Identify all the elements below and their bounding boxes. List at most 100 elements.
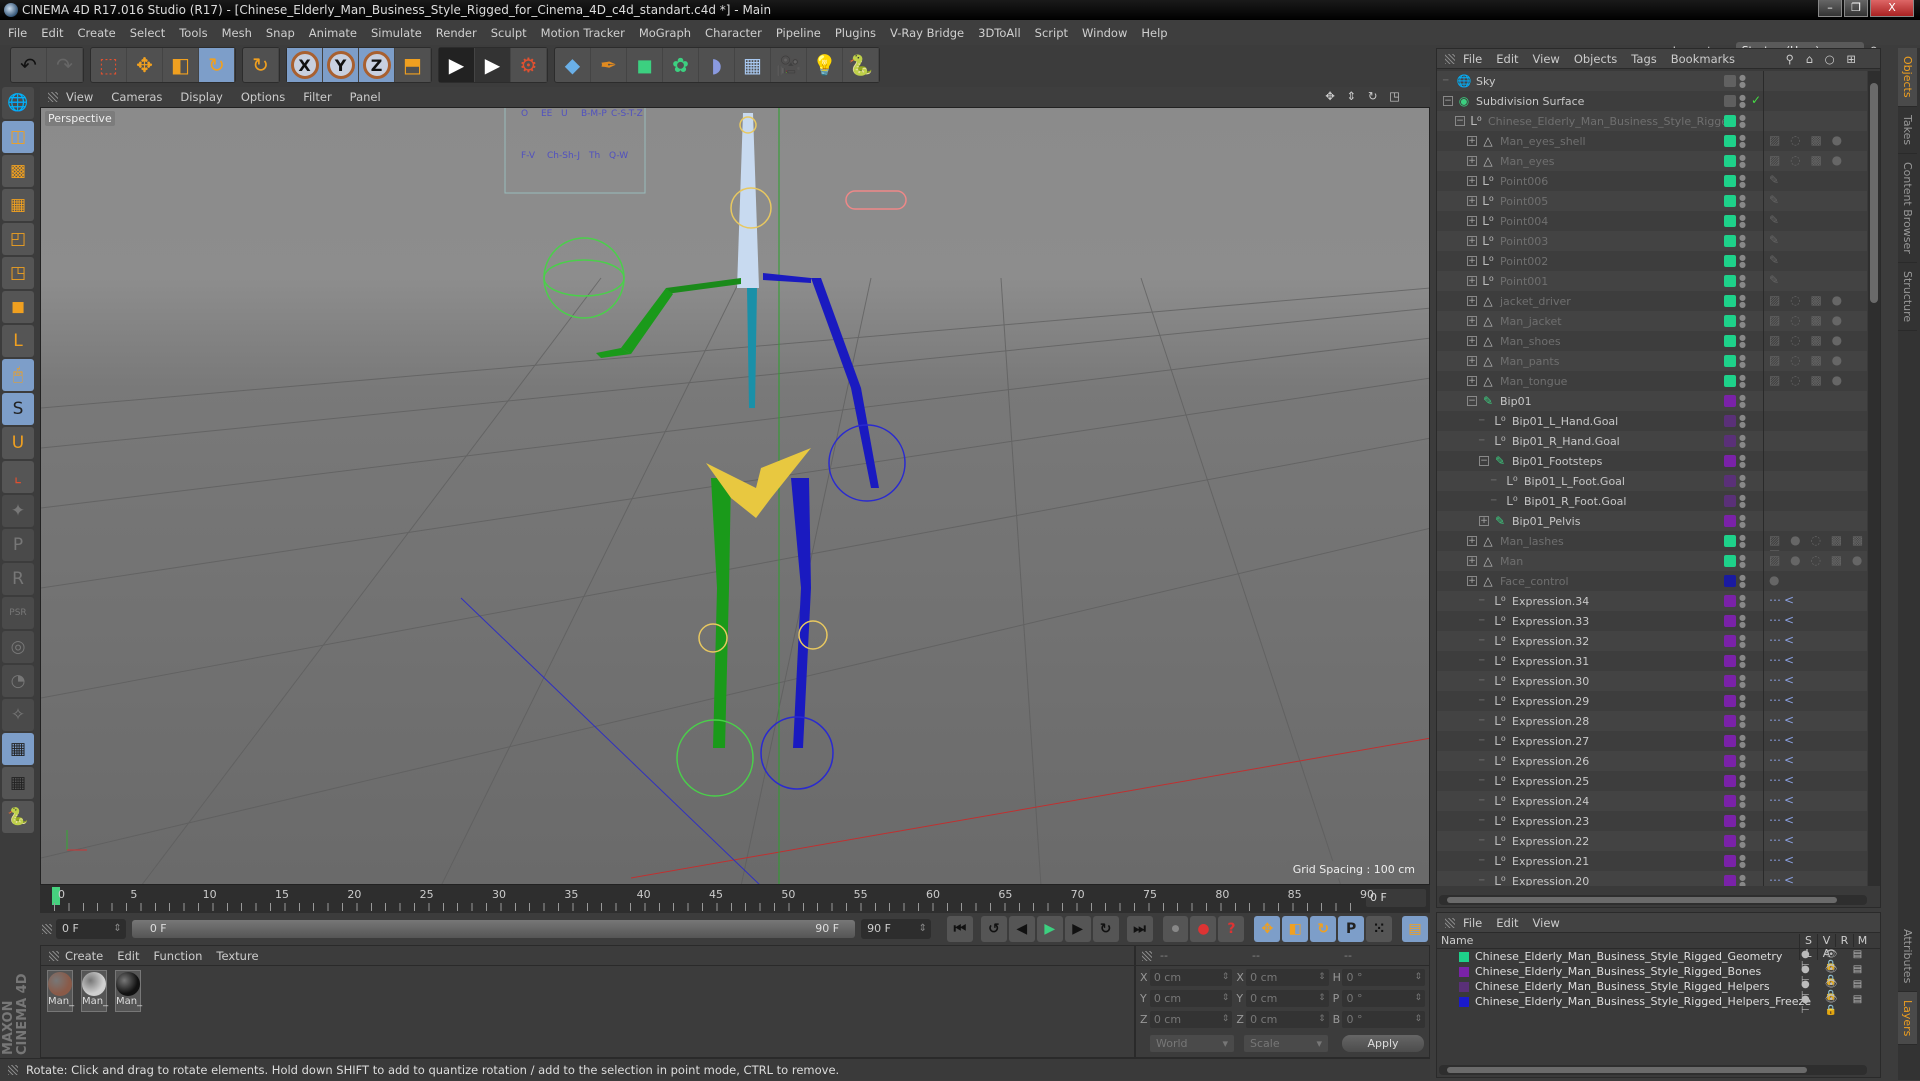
visibility-dots-icon[interactable]: ● ● (1739, 74, 1746, 89)
object-row[interactable]: ─ L⁰ Expression.25 ● ● ⋯< (1437, 771, 1867, 791)
start-frame-field[interactable]: 0 F (55, 919, 126, 939)
cube-object-button[interactable]: ◆ (555, 48, 591, 82)
current-frame-field[interactable]: 0 F (1366, 889, 1426, 907)
object-tags-icon[interactable]: ✎ (1769, 253, 1782, 267)
coordinate-type-dropdown[interactable]: Scale (1244, 1034, 1328, 1052)
timeline-ruler[interactable]: 0 F 0 5 10 15 20 25 30 35 40 45 50 55 60 65 70 75 80 85 90 (40, 885, 1430, 913)
visibility-dots-icon[interactable]: ● ● (1739, 834, 1746, 849)
layer-column-header[interactable]: M (1853, 934, 1871, 947)
panel-grip-icon[interactable] (49, 950, 59, 961)
expand-icon[interactable]: + (1467, 136, 1477, 146)
collapse-icon[interactable]: − (1455, 116, 1465, 126)
sculpt-key-button[interactable]: ✧ (2, 699, 34, 731)
visibility-dots-icon[interactable]: ● ● (1739, 354, 1746, 369)
object-manager-tools[interactable]: ⚲ ⌂ ○ ⊞ (1786, 52, 1860, 66)
workplane-button[interactable]: ⌞ (2, 461, 34, 493)
material-menu-create[interactable]: Create (65, 949, 103, 963)
pen-spline-button[interactable]: ✒ (591, 48, 627, 82)
menu-file[interactable]: File (8, 26, 27, 40)
layer-color-icon[interactable] (1724, 575, 1736, 587)
record-keys-button[interactable]: ⏺ (1162, 916, 1189, 942)
object-name[interactable]: Face_control (1500, 575, 1569, 588)
menu-create[interactable]: Create (78, 26, 116, 40)
record-position-button[interactable]: ✥ (1254, 916, 1281, 942)
layer-color-icon[interactable] (1724, 695, 1736, 707)
go-to-start-button[interactable]: ⏮ (946, 916, 973, 942)
layer-color-icon[interactable] (1724, 535, 1736, 547)
object-name[interactable]: Expression.34 (1512, 595, 1589, 608)
keyframe-selection-button[interactable]: ? (1218, 916, 1245, 942)
object-tags-icon[interactable]: ✎ (1769, 233, 1782, 247)
expand-icon[interactable]: + (1467, 316, 1477, 326)
object-row[interactable]: − ◉ Subdivision Surface ● ● ✓ (1437, 91, 1867, 111)
layer-color-icon[interactable] (1724, 735, 1736, 747)
layers-menu-view[interactable]: View (1533, 916, 1560, 930)
layer-color-icon[interactable] (1724, 815, 1736, 827)
object-name[interactable]: Expression.21 (1512, 855, 1589, 868)
object-name[interactable]: Bip01_L_Hand.Goal (1512, 415, 1618, 428)
perspective-viewport[interactable]: O EE U B-M-P C-S-T-Z F-V Ch-Sh-J Th Q-W (40, 107, 1430, 885)
previous-key-button[interactable]: ↺ (980, 916, 1007, 942)
menu-script[interactable]: Script (1035, 26, 1068, 40)
object-tags-icon[interactable]: ▨ ◌ ▩ ● (1769, 153, 1845, 167)
visibility-dots-icon[interactable]: ● ● (1739, 114, 1746, 129)
visibility-dots-icon[interactable]: ● ● (1739, 94, 1746, 109)
object-name[interactable]: Expression.32 (1512, 635, 1589, 648)
panel-grip-icon[interactable] (1445, 917, 1455, 928)
object-name[interactable]: Expression.23 (1512, 815, 1589, 828)
viewport-menu-view[interactable]: View (66, 90, 93, 104)
object-name[interactable]: Point003 (1500, 235, 1548, 248)
layer-color-swatch[interactable] (1459, 951, 1469, 962)
object-row[interactable]: + △ Man ● ● ▨ ● ◌ ▩ ● (1437, 551, 1867, 571)
object-row[interactable]: ─ L⁰ Expression.30 ● ● ⋯< (1437, 671, 1867, 691)
object-row[interactable]: + △ Man_eyes ● ● ▨ ◌ ▩ ● (1437, 151, 1867, 171)
layer-color-icon[interactable] (1724, 355, 1736, 367)
object-name[interactable]: Expression.20 (1512, 875, 1589, 887)
menu-render[interactable]: Render (436, 26, 477, 40)
object-name[interactable]: Expression.30 (1512, 675, 1589, 688)
object-row[interactable]: ─ L⁰ Expression.21 ● ● ⋯< (1437, 851, 1867, 871)
visibility-dots-icon[interactable]: ● ● (1739, 754, 1746, 769)
visibility-dots-icon[interactable]: ● ● (1739, 474, 1746, 489)
object-row[interactable]: + △ Man_eyes_shell ● ● ▨ ◌ ▩ ● (1437, 131, 1867, 151)
object-name[interactable]: Man_jacket (1500, 315, 1562, 328)
previous-frame-button[interactable]: ◀ (1008, 916, 1035, 942)
viewport-nav-icons[interactable]: ✥ ⇕ ↻ ◳ (1325, 89, 1404, 103)
layer-color-icon[interactable] (1724, 635, 1736, 647)
layer-color-icon[interactable] (1724, 375, 1736, 387)
viewport-menu-options[interactable]: Options (241, 90, 285, 104)
autokeying-button[interactable]: ● (1190, 916, 1217, 942)
timeline-window-button[interactable]: ▤ (1402, 916, 1428, 942)
layer-color-icon[interactable] (1724, 615, 1736, 627)
menu-3dtoall[interactable]: 3DToAll (978, 26, 1021, 40)
expand-icon[interactable]: + (1467, 356, 1477, 366)
object-tags-icon[interactable]: ▨ ◌ ▩ ● (1769, 293, 1845, 307)
material-menu-texture[interactable]: Texture (216, 949, 258, 963)
object-row[interactable]: + △ Man_pants ● ● ▨ ◌ ▩ ● (1437, 351, 1867, 371)
layer-row[interactable]: Chinese_Elderly_Man_Business_Style_Rigge… (1437, 964, 1880, 986)
layer-name[interactable]: Chinese_Elderly_Man_Business_Style_Rigge… (1475, 995, 1811, 1008)
layer-name[interactable]: Chinese_Elderly_Man_Business_Style_Rigge… (1475, 965, 1761, 978)
xpresso-tag-icon[interactable]: ⋯< (1769, 593, 1797, 607)
camera-label[interactable]: Perspective (45, 111, 115, 126)
layer-color-icon[interactable] (1724, 295, 1736, 307)
record-parameter-button[interactable]: P (1338, 916, 1365, 942)
rotate-tool-button[interactable]: ↻ (199, 48, 235, 82)
layer-color-icon[interactable] (1724, 435, 1736, 447)
menu-help[interactable]: Help (1141, 26, 1167, 40)
objects-menu-tags[interactable]: Tags (1631, 52, 1656, 66)
restore-button[interactable]: ❐ (1844, 0, 1868, 17)
object-name[interactable]: Expression.27 (1512, 735, 1589, 748)
visibility-dots-icon[interactable]: ● ● (1739, 574, 1746, 589)
object-row[interactable]: + △ Man_jacket ● ● ▨ ◌ ▩ ● (1437, 311, 1867, 331)
layer-color-icon[interactable] (1724, 235, 1736, 247)
object-row[interactable]: ─ L⁰ Expression.28 ● ● ⋯< (1437, 711, 1867, 731)
expand-icon[interactable]: + (1467, 216, 1477, 226)
object-row[interactable]: − ✎ Bip01 ● ● (1437, 391, 1867, 411)
object-tree-hscroll[interactable] (1439, 895, 1867, 905)
layer-color-icon[interactable] (1724, 675, 1736, 687)
material-menu-edit[interactable]: Edit (117, 949, 139, 963)
layer-color-swatch[interactable] (1459, 981, 1469, 992)
undo-button[interactable]: ↶ (11, 48, 47, 82)
menu-mesh[interactable]: Mesh (222, 26, 252, 40)
